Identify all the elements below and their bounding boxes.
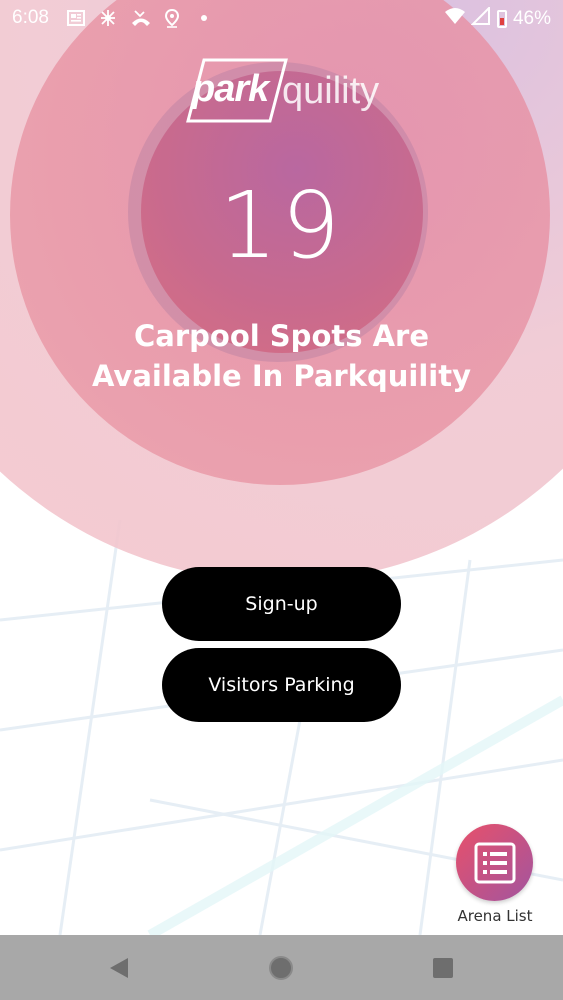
battery-percent: 46% — [512, 8, 551, 29]
list-icon — [474, 842, 515, 883]
app-screen: 6:08 46% park quility 19 Carpool Spots A… — [0, 0, 563, 1000]
notification-icons — [66, 8, 214, 28]
signal-icon — [470, 5, 491, 31]
recent-square-icon — [433, 958, 453, 978]
back-button[interactable] — [104, 953, 134, 983]
availability-headline: Carpool Spots Are Available In Parkquili… — [40, 316, 523, 396]
logo-light-text: quility — [282, 70, 380, 112]
home-button[interactable] — [266, 953, 296, 983]
missed-call-icon — [130, 8, 150, 28]
battery-icon — [496, 10, 507, 28]
visitors-parking-button[interactable]: Visitors Parking — [162, 648, 401, 722]
system-status: 46% — [444, 5, 551, 31]
headline-line-2: Available In Parkquility — [92, 359, 471, 393]
logo-bold-text: park — [192, 68, 269, 110]
recent-apps-button[interactable] — [428, 953, 458, 983]
parkquility-logo: park quility — [178, 56, 388, 126]
wifi-icon — [444, 7, 465, 31]
dot-icon — [194, 8, 214, 28]
home-circle-icon — [269, 956, 293, 980]
news-icon — [66, 8, 86, 28]
bug-icon — [98, 8, 118, 28]
arena-list-button[interactable] — [456, 824, 533, 901]
arena-list-label: Arena List — [457, 907, 533, 925]
navigation-bar — [0, 935, 563, 1000]
status-time: 6:08 — [12, 7, 49, 28]
signup-button[interactable]: Sign-up — [162, 567, 401, 641]
location-icon — [162, 8, 182, 28]
back-triangle-icon — [110, 958, 128, 978]
headline-line-1: Carpool Spots Are — [134, 319, 429, 353]
available-spots-count: 19 — [218, 172, 345, 279]
status-bar: 6:08 46% — [0, 0, 563, 36]
